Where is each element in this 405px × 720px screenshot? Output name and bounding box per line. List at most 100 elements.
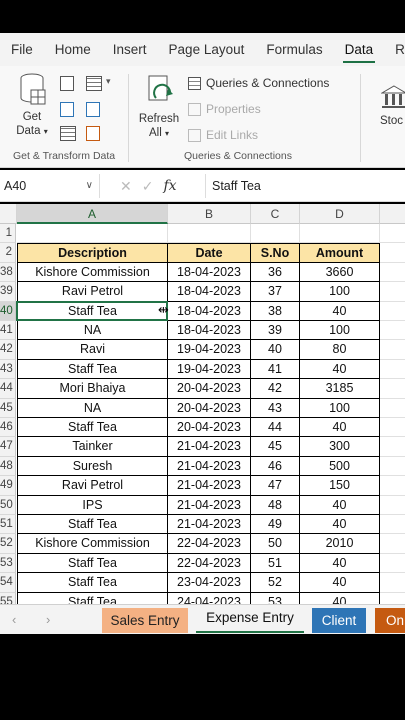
table-cell[interactable]: Ravi Petrol: [17, 476, 168, 496]
table-cell[interactable]: 40: [251, 340, 300, 360]
from-table-icon[interactable]: [86, 76, 102, 91]
table-cell[interactable]: Staff Tea: [17, 573, 168, 593]
table-cell[interactable]: 18-04-2023: [168, 262, 251, 283]
row-header[interactable]: 50: [0, 495, 16, 515]
table-cell[interactable]: 48: [251, 495, 300, 515]
chevron-down-icon[interactable]: ∨: [86, 174, 93, 198]
table-cell[interactable]: 22-04-2023: [168, 553, 251, 574]
name-box[interactable]: A40 ∨: [0, 174, 100, 198]
table-header-cell[interactable]: Amount: [300, 243, 380, 263]
row-header[interactable]: 39: [0, 282, 16, 302]
column-header-b[interactable]: B: [168, 204, 251, 224]
table-cell[interactable]: 21-04-2023: [168, 515, 251, 535]
tab-formulas[interactable]: Formulas: [255, 33, 333, 66]
from-web-icon[interactable]: [60, 102, 74, 117]
queries-connections-button[interactable]: Queries & Connections: [188, 76, 329, 90]
table-cell[interactable]: 44: [251, 418, 300, 438]
table-cell[interactable]: Kishore Commission: [17, 262, 168, 283]
from-picture-icon[interactable]: [86, 126, 100, 141]
table-cell[interactable]: 52: [251, 573, 300, 593]
column-header-a[interactable]: A: [17, 204, 168, 224]
row-header[interactable]: 40: [0, 301, 16, 321]
tab-revi[interactable]: Revi: [384, 33, 405, 66]
column-header-c[interactable]: C: [251, 204, 300, 224]
table-cell[interactable]: 18-04-2023: [168, 282, 251, 302]
recent-sources-icon[interactable]: [86, 102, 100, 117]
empty-cell[interactable]: [380, 243, 405, 263]
row-header[interactable]: 53: [0, 553, 16, 574]
table-cell[interactable]: 41: [251, 359, 300, 380]
row-header[interactable]: 46: [0, 418, 16, 438]
table-cell[interactable]: Staff Tea: [17, 515, 168, 535]
chevron-down-icon[interactable]: ▾: [106, 76, 111, 87]
table-cell[interactable]: 18-04-2023: [168, 321, 251, 341]
table-cell[interactable]: 46: [251, 456, 300, 477]
empty-cell[interactable]: [380, 437, 405, 457]
empty-cell[interactable]: [168, 224, 251, 244]
from-text-icon[interactable]: [60, 76, 74, 91]
table-cell[interactable]: 500: [300, 456, 380, 477]
empty-cell[interactable]: [380, 573, 405, 593]
table-cell[interactable]: 53: [251, 592, 300, 604]
empty-cell[interactable]: [380, 224, 405, 244]
table-cell[interactable]: 100: [300, 282, 380, 302]
sheet-tab-client[interactable]: Client: [312, 608, 366, 633]
table-cell[interactable]: 21-04-2023: [168, 437, 251, 457]
row-header[interactable]: 49: [0, 476, 16, 496]
table-cell[interactable]: 50: [251, 534, 300, 554]
table-cell[interactable]: 19-04-2023: [168, 359, 251, 380]
row-header[interactable]: 42: [0, 340, 16, 360]
properties-button[interactable]: Properties: [188, 102, 261, 116]
table-cell[interactable]: Staff Tea: [17, 553, 168, 574]
insert-function-button[interactable]: fx: [163, 178, 176, 194]
column-header-d[interactable]: D: [300, 204, 380, 224]
empty-cell[interactable]: [380, 340, 405, 360]
table-cell[interactable]: 20-04-2023: [168, 418, 251, 438]
table-cell[interactable]: Tainker: [17, 437, 168, 457]
table-cell[interactable]: 40: [300, 495, 380, 515]
table-cell[interactable]: 40: [300, 573, 380, 593]
table-cell[interactable]: 100: [300, 398, 380, 418]
row-header[interactable]: 47: [0, 437, 16, 457]
table-cell[interactable]: Mori Bhaiya: [17, 379, 168, 399]
table-cell[interactable]: 51: [251, 553, 300, 574]
formula-input[interactable]: Staff Tea: [205, 174, 405, 198]
get-data-button[interactable]: Get Data ▾: [10, 72, 54, 139]
table-cell[interactable]: 20-04-2023: [168, 398, 251, 418]
row-header[interactable]: 43: [0, 359, 16, 380]
check-icon[interactable]: ✓: [142, 178, 154, 195]
tab-insert[interactable]: Insert: [102, 33, 158, 66]
empty-cell[interactable]: [380, 379, 405, 399]
chevron-right-icon[interactable]: ›: [46, 605, 50, 634]
empty-cell[interactable]: [380, 476, 405, 496]
table-cell[interactable]: 40: [300, 301, 380, 321]
table-cell[interactable]: 49: [251, 515, 300, 535]
table-cell[interactable]: 40: [300, 418, 380, 438]
row-header[interactable]: 55: [0, 592, 16, 604]
refresh-all-button[interactable]: Refresh All ▾: [136, 74, 182, 141]
tab-home[interactable]: Home: [44, 33, 102, 66]
table-cell[interactable]: 100: [300, 321, 380, 341]
table-header-cell[interactable]: Description: [17, 243, 168, 263]
table-cell[interactable]: 40: [300, 592, 380, 604]
table-header-cell[interactable]: Date: [168, 243, 251, 263]
worksheet-grid[interactable]: A B C D 1 2 Description Date S.No Amount 38 Kishore…: [0, 204, 405, 604]
row-header[interactable]: 44: [0, 379, 16, 399]
empty-cell[interactable]: [380, 515, 405, 535]
empty-cell[interactable]: [380, 321, 405, 341]
table-cell[interactable]: 150: [300, 476, 380, 496]
table-cell[interactable]: 37: [251, 282, 300, 302]
row-header[interactable]: 38: [0, 262, 16, 283]
table-cell[interactable]: Staff Tea: [17, 592, 168, 604]
sheet-tab-sales-entry[interactable]: Sales Entry: [102, 608, 188, 633]
row-header[interactable]: 2: [0, 243, 16, 263]
table-cell[interactable]: 22-04-2023: [168, 534, 251, 554]
empty-cell[interactable]: [251, 224, 300, 244]
table-cell[interactable]: 3660: [300, 262, 380, 283]
table-cell[interactable]: 23-04-2023: [168, 573, 251, 593]
empty-cell[interactable]: [380, 593, 405, 604]
empty-cell[interactable]: [380, 360, 405, 380]
table-cell[interactable]: 3185: [300, 379, 380, 399]
existing-connections-icon[interactable]: [60, 126, 76, 141]
tab-file[interactable]: File: [0, 33, 44, 66]
